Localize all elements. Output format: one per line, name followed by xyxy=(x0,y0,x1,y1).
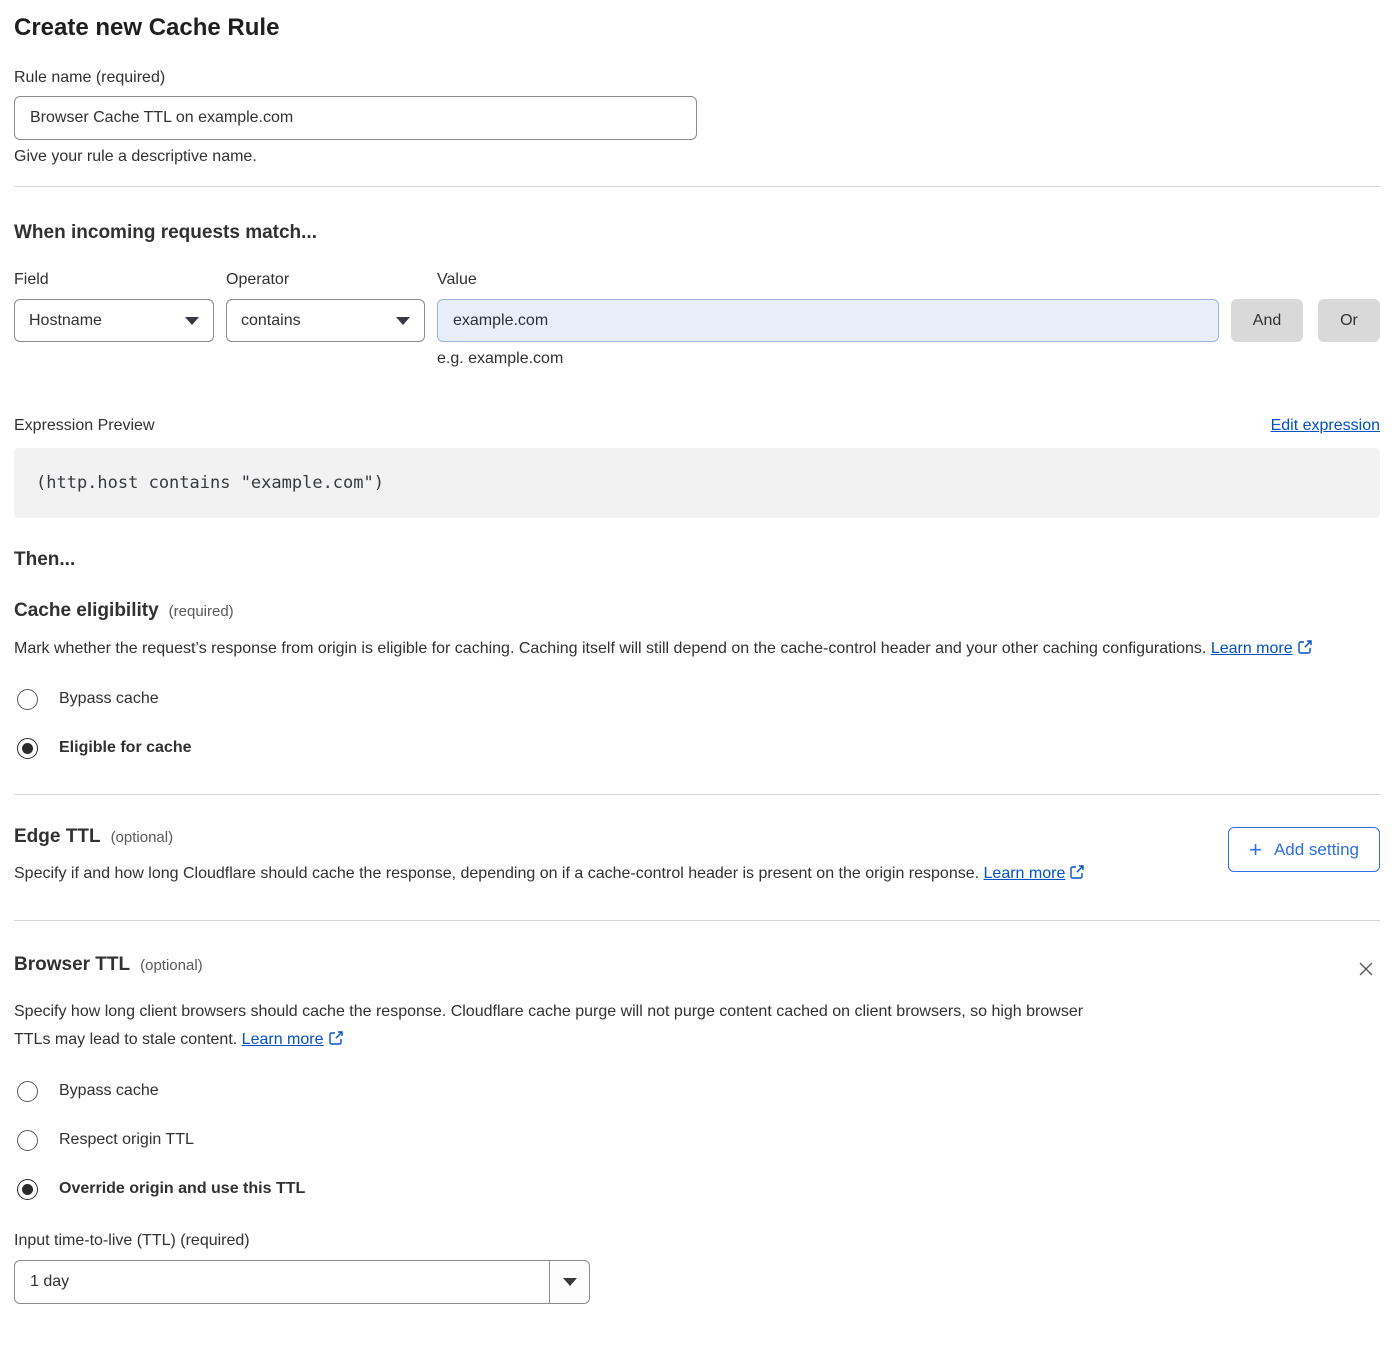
expression-preview-label: Expression Preview xyxy=(14,416,155,435)
chevron-down-icon xyxy=(563,1278,577,1286)
divider xyxy=(14,920,1380,921)
close-browser-ttl-button[interactable] xyxy=(1352,955,1380,986)
cache-eligibility-radio-group: Bypass cache Eligible for cache xyxy=(14,687,1380,760)
radio-icon xyxy=(17,1179,38,1200)
radio-icon xyxy=(17,738,38,759)
operator-column: Operator contains xyxy=(226,270,425,342)
external-link-icon xyxy=(1297,637,1313,665)
match-condition-row: Field Hostname Operator contains Value e… xyxy=(14,270,1380,368)
edge-ttl-text-block: Edge TTL (optional) Specify if and how l… xyxy=(14,825,1085,890)
andor-buttons: And Or xyxy=(1231,270,1380,342)
value-input[interactable] xyxy=(437,299,1219,342)
cache-eligibility-learn-more-link[interactable]: Learn more xyxy=(1211,640,1293,657)
field-column: Field Hostname xyxy=(14,270,214,342)
rule-name-helper: Give your rule a descriptive name. xyxy=(14,147,1380,166)
radio-label: Respect origin TTL xyxy=(59,1128,194,1152)
external-link-icon xyxy=(328,1028,344,1056)
radio-bypass-cache[interactable]: Bypass cache xyxy=(14,687,1380,711)
plus-icon: + xyxy=(1249,839,1262,861)
edit-expression-link[interactable]: Edit expression xyxy=(1271,417,1380,435)
expression-preview-row: Expression Preview Edit expression xyxy=(14,416,1380,435)
browser-ttl-radio-group: Bypass cache Respect origin TTL Override… xyxy=(14,1079,1380,1201)
ttl-select[interactable]: 1 day xyxy=(14,1260,590,1304)
radio-override-origin-ttl[interactable]: Override origin and use this TTL xyxy=(14,1177,1380,1201)
close-icon xyxy=(1356,959,1376,979)
chevron-down-icon xyxy=(185,317,199,325)
ttl-input-label: Input time-to-live (TTL) (required) xyxy=(14,1231,1380,1250)
browser-ttl-description: Specify how long client browsers should … xyxy=(14,998,1114,1056)
operator-select[interactable]: contains xyxy=(226,299,425,342)
add-setting-label: Add setting xyxy=(1274,840,1359,860)
required-badge: (required) xyxy=(169,603,234,620)
radio-respect-origin-ttl[interactable]: Respect origin TTL xyxy=(14,1128,1380,1152)
expression-code: (http.host contains "example.com") xyxy=(14,448,1380,518)
radio-icon xyxy=(17,1081,38,1102)
browser-ttl-description-text: Specify how long client browsers should … xyxy=(14,1003,1083,1048)
optional-badge: (optional) xyxy=(111,829,174,846)
operator-label: Operator xyxy=(226,270,425,289)
cache-eligibility-description: Mark whether the request’s response from… xyxy=(14,635,1380,665)
operator-select-value: contains xyxy=(241,312,301,330)
edge-ttl-heading-row: Edge TTL (optional) Specify if and how l… xyxy=(14,825,1380,890)
rule-name-label: Rule name (required) xyxy=(14,68,1380,87)
create-cache-rule-form: Create new Cache Rule Rule name (require… xyxy=(0,0,1400,1321)
browser-ttl-heading-row: Browser TTL (optional) xyxy=(14,953,1380,986)
radio-icon xyxy=(17,1130,38,1151)
and-button[interactable]: And xyxy=(1231,299,1303,342)
value-column: Value e.g. example.com xyxy=(437,270,1219,368)
radio-bypass-cache[interactable]: Bypass cache xyxy=(14,1079,1380,1103)
external-link-icon xyxy=(1069,862,1085,890)
edge-ttl-learn-more-link[interactable]: Learn more xyxy=(984,865,1066,882)
cache-eligibility-heading: Cache eligibility (required) xyxy=(14,599,234,622)
cache-eligibility-heading-row: Cache eligibility (required) xyxy=(14,599,1380,622)
field-select[interactable]: Hostname xyxy=(14,299,214,342)
rule-name-input[interactable] xyxy=(14,96,697,140)
or-button[interactable]: Or xyxy=(1318,299,1380,342)
cache-eligibility-description-text: Mark whether the request’s response from… xyxy=(14,640,1206,657)
edge-ttl-heading: Edge TTL (optional) xyxy=(14,825,1085,848)
radio-label: Bypass cache xyxy=(59,1079,159,1103)
chevron-down-icon xyxy=(396,317,410,325)
divider xyxy=(14,794,1380,795)
value-label: Value xyxy=(437,270,1219,289)
radio-label: Override origin and use this TTL xyxy=(59,1177,305,1201)
radio-icon xyxy=(17,689,38,710)
browser-ttl-learn-more-link[interactable]: Learn more xyxy=(242,1031,324,1048)
field-select-value: Hostname xyxy=(29,312,102,330)
radio-label: Bypass cache xyxy=(59,687,159,711)
cache-eligibility-title: Cache eligibility xyxy=(14,599,159,622)
divider xyxy=(14,186,1380,187)
match-heading: When incoming requests match... xyxy=(14,221,1380,244)
optional-badge: (optional) xyxy=(140,957,203,974)
edge-ttl-description-text: Specify if and how long Cloudflare shoul… xyxy=(14,865,979,882)
page-title: Create new Cache Rule xyxy=(14,14,1380,42)
browser-ttl-heading: Browser TTL (optional) xyxy=(14,953,203,976)
browser-ttl-title: Browser TTL xyxy=(14,953,130,976)
value-helper: e.g. example.com xyxy=(437,349,1219,368)
field-label: Field xyxy=(14,270,214,289)
ttl-select-arrow[interactable] xyxy=(549,1261,589,1303)
then-heading: Then... xyxy=(14,548,1380,571)
radio-label: Eligible for cache xyxy=(59,736,191,760)
edge-ttl-title: Edge TTL xyxy=(14,825,101,848)
radio-eligible-for-cache[interactable]: Eligible for cache xyxy=(14,736,1380,760)
ttl-select-value: 1 day xyxy=(15,1261,549,1303)
add-setting-button[interactable]: + Add setting xyxy=(1228,827,1380,872)
edge-ttl-description: Specify if and how long Cloudflare shoul… xyxy=(14,860,1085,890)
